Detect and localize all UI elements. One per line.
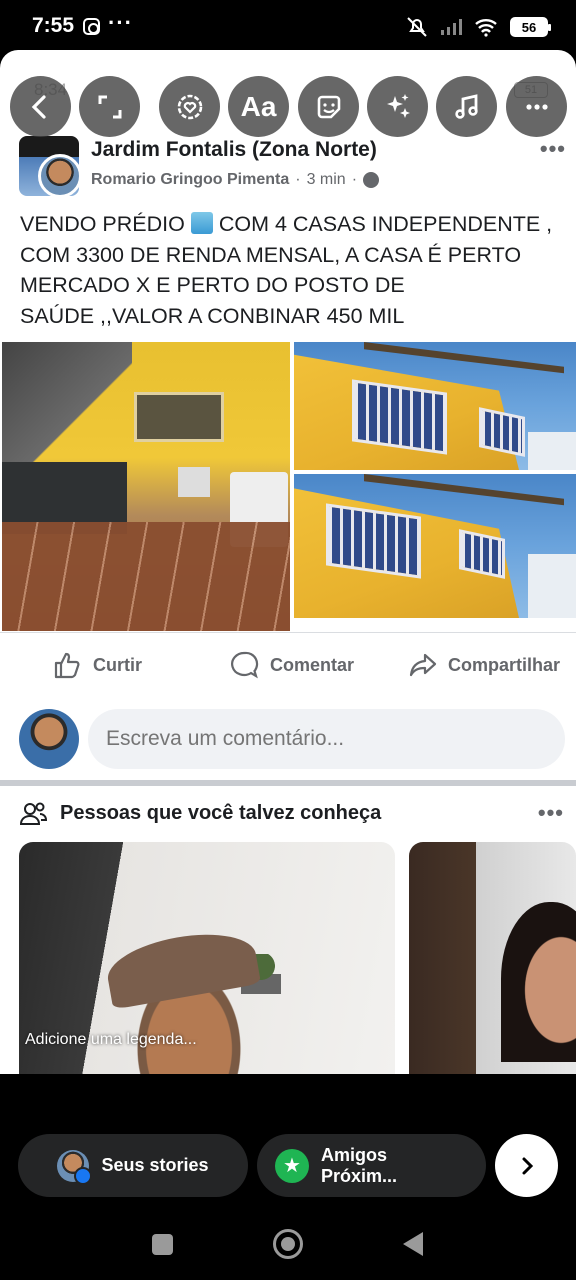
photo-detail xyxy=(2,342,132,462)
resize-icon xyxy=(98,95,121,118)
pymk-more-icon[interactable]: ••• xyxy=(538,800,564,826)
photo-detail xyxy=(364,474,564,506)
more-options-button[interactable] xyxy=(506,76,567,137)
avatar xyxy=(57,1149,93,1185)
back-button[interactable] xyxy=(10,76,71,137)
mute-icon xyxy=(407,17,427,37)
post-time: 3 min xyxy=(306,171,346,188)
photo-detail xyxy=(352,379,447,455)
home-icon[interactable] xyxy=(273,1229,303,1259)
current-user-avatar[interactable] xyxy=(19,709,79,769)
text-icon: Aa xyxy=(240,90,277,122)
more-notifications-icon: ··· xyxy=(108,10,133,35)
your-stories-button[interactable]: Seus stories xyxy=(18,1134,248,1197)
editor-toolbar: Aa xyxy=(10,76,570,138)
wifi-icon xyxy=(475,19,497,37)
close-friends-label: Amigos Próxim... xyxy=(320,1144,398,1186)
photo-detail xyxy=(528,554,576,618)
chevron-right-icon xyxy=(522,1157,533,1174)
text-tool-button[interactable]: Aa xyxy=(228,76,289,137)
post-text-line: SAÚDE ,,VALOR A CONBINAR 450 MIL xyxy=(20,303,405,328)
effects-button[interactable] xyxy=(367,76,428,137)
post-text-line: VENDO PRÉDIO COM 4 CASAS INDEPENDENTE , xyxy=(20,209,568,240)
photo-detail xyxy=(528,432,576,470)
back-icon[interactable] xyxy=(403,1232,423,1256)
status-time: 7:55 xyxy=(32,14,75,37)
post-photo-facade-2[interactable] xyxy=(294,474,576,618)
music-button[interactable] xyxy=(436,76,497,137)
pymk-title: Pessoas que você talvez conheça xyxy=(60,802,382,824)
comment-icon xyxy=(231,651,259,679)
section-divider xyxy=(0,780,576,786)
share-label: Compartilhar xyxy=(448,654,561,675)
like-label: Curtir xyxy=(93,654,142,675)
instagram-icon xyxy=(83,18,100,35)
your-stories-label: Seus stories xyxy=(101,1155,209,1175)
sticker-button[interactable] xyxy=(159,76,220,137)
recent-apps-icon[interactable] xyxy=(152,1234,173,1255)
effects-icon xyxy=(386,93,410,118)
divider xyxy=(0,632,576,633)
thumbs-up-icon xyxy=(54,652,80,679)
photo-detail xyxy=(501,902,576,1062)
group-name[interactable]: Jardim Fontalis (Zona Norte) xyxy=(91,138,377,162)
share-button[interactable]: Compartilhar xyxy=(408,650,560,680)
post-text-line: MERCADO X E PERTO DO POSTO DE xyxy=(20,273,405,297)
post-text-segment: COM 4 CASAS INDEPENDENTE , xyxy=(218,212,553,236)
status-bar: 7:55 ··· 56 xyxy=(0,0,576,54)
photo-detail xyxy=(178,467,210,497)
meta-separator: · xyxy=(295,171,301,188)
post-photo-laundry[interactable] xyxy=(2,342,290,631)
more-icon xyxy=(525,103,548,110)
star-icon: ★ xyxy=(275,1148,309,1183)
android-nav-bar xyxy=(0,1212,576,1280)
photo-detail xyxy=(326,503,421,579)
close-friends-button[interactable]: ★ Amigos Próxim... xyxy=(257,1134,486,1197)
emoji-sticker-button[interactable] xyxy=(298,76,359,137)
author-avatar[interactable] xyxy=(38,154,82,198)
music-icon xyxy=(454,93,478,119)
next-button[interactable] xyxy=(495,1134,558,1197)
status-right: 56 xyxy=(406,16,551,38)
photo-detail xyxy=(2,522,290,631)
post-text: VENDO PRÉDIO COM 4 CASAS INDEPENDENTE , … xyxy=(20,209,568,331)
share-icon xyxy=(409,653,437,677)
post-text-line: COM 3300 DE RENDA MENSAL, A CASA É PERTO xyxy=(20,242,522,267)
post-meta: Romario Gringoo Pimenta · 3 min · xyxy=(91,171,380,189)
post-text-segment: VENDO PRÉDIO xyxy=(20,212,185,236)
building-emoji-icon xyxy=(190,212,213,234)
people-icon xyxy=(19,802,48,825)
globe-icon xyxy=(363,172,380,188)
post-actions: Curtir Comentar Compartilhar xyxy=(0,642,576,688)
sticker-icon xyxy=(177,94,202,119)
post-photo-facade-1[interactable] xyxy=(294,342,576,470)
pymk-card[interactable]: Adicione uma legenda... xyxy=(19,842,395,1074)
photo-detail xyxy=(134,392,224,442)
meta-separator: · xyxy=(351,171,358,188)
like-button[interactable]: Curtir xyxy=(53,650,142,680)
pymk-card[interactable] xyxy=(409,842,576,1074)
author-name[interactable]: Romario Gringoo Pimenta xyxy=(91,171,289,189)
post-more-icon[interactable]: ••• xyxy=(540,136,566,162)
pymk-caption: Adicione uma legenda... xyxy=(25,1031,197,1048)
comment-input[interactable] xyxy=(88,709,565,769)
resize-button[interactable] xyxy=(79,76,140,137)
battery-icon: 56 xyxy=(510,17,551,37)
comment-button[interactable]: Comentar xyxy=(230,650,354,680)
back-arrow-icon xyxy=(31,94,46,119)
emoji-sticker-icon xyxy=(317,95,340,118)
signal-icon xyxy=(441,19,462,35)
comment-label: Comentar xyxy=(270,654,355,675)
